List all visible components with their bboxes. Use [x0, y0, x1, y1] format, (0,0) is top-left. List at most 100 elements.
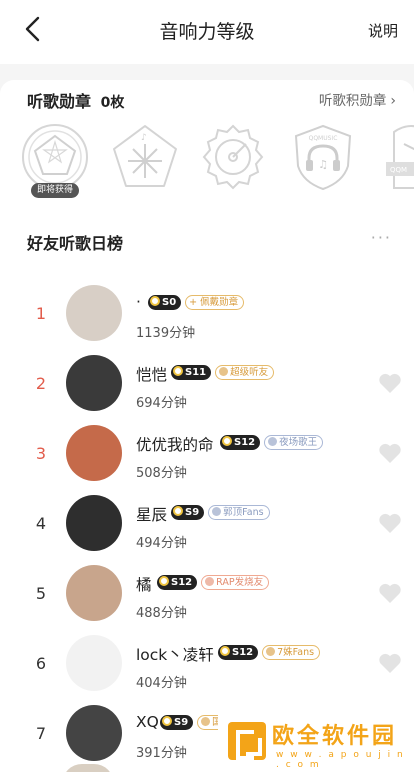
top-nav-bar: 音响力等级 说明 — [0, 0, 414, 64]
title-tag[interactable]: + 佩戴勋章 — [185, 295, 245, 310]
rank-number: 3 — [35, 444, 47, 463]
ranking-more-button[interactable]: ··· — [371, 228, 392, 247]
user-name: 优优我的命 — [136, 436, 214, 454]
level-label: S9 — [174, 717, 189, 728]
svg-text:QQM: QQM — [390, 166, 407, 174]
listen-minutes: 404分钟 — [136, 676, 187, 691]
tag-emblem-icon — [219, 367, 229, 376]
user-name: 星辰 — [136, 506, 168, 524]
tag-emblem-icon — [201, 717, 211, 726]
user-badges: S12 RAP发烧友 — [157, 575, 270, 591]
user-badges: S11 超级听友 — [171, 365, 275, 381]
level-coin-icon — [222, 436, 232, 446]
listen-minutes: 694分钟 — [136, 396, 187, 411]
user-name: · — [136, 293, 141, 311]
page-title: 音响力等级 — [159, 21, 255, 43]
like-heart-icon[interactable] — [378, 442, 402, 464]
user-avatar[interactable] — [66, 425, 122, 481]
earn-medals-label: 听歌积勋章 — [318, 93, 387, 109]
title-tag-label: 夜场歌王 — [279, 437, 318, 448]
level-label: S12 — [171, 577, 193, 588]
user-name: 恺恺 — [136, 366, 168, 384]
tag-emblem-icon — [268, 437, 278, 446]
explain-button[interactable]: 说明 — [368, 20, 398, 41]
level-badge: S12 — [157, 575, 198, 590]
user-badges: S12 7姝Fans — [218, 645, 321, 661]
listen-minutes: 488分钟 — [136, 606, 187, 621]
svg-text:♫: ♫ — [318, 158, 328, 171]
ranking-row[interactable]: 5 橘 S12 RAP发烧友 488分钟 — [0, 564, 414, 634]
user-name: 橘 — [136, 576, 152, 594]
like-heart-icon[interactable] — [378, 512, 402, 534]
title-tag-label: 郭顶Fans — [223, 507, 264, 518]
level-coin-icon — [220, 646, 230, 656]
title-tag-label: + 佩戴勋章 — [189, 297, 239, 308]
pentagon-star-medal-icon — [22, 124, 88, 190]
ranking-row[interactable]: 6 lock丶凌轩 S12 7姝Fans 404分钟 — [0, 634, 414, 704]
medal-strip[interactable]: 即将获得 ♪ QQMUSIC ♫ QQM — [20, 122, 414, 202]
title-tag-label: 超级听友 — [230, 367, 269, 378]
watermark-logo-icon — [228, 722, 266, 760]
rank-number: 6 — [35, 654, 47, 673]
title-tag-label: 7姝Fans — [277, 647, 315, 658]
gramophone-medal-icon: QQM — [386, 125, 414, 189]
level-label: S12 — [232, 647, 254, 658]
medal-gramophone[interactable]: QQM — [376, 122, 414, 198]
medal-section-title: 听歌勋章 0枚 — [27, 88, 124, 112]
music-compass-medal-icon: ♪ — [113, 125, 177, 187]
medal-vinyl-gear[interactable] — [198, 122, 268, 198]
ranking-row[interactable]: 2 恺恺 S11 超级听友 694分钟 — [0, 354, 414, 424]
level-label: S9 — [185, 507, 200, 518]
rank-number: 5 — [35, 584, 47, 603]
user-avatar[interactable] — [66, 285, 122, 341]
watermark-text: 欧全软件园 — [272, 724, 398, 749]
level-badge: S0 — [148, 295, 182, 310]
like-heart-icon[interactable] — [378, 372, 402, 394]
level-label: S11 — [185, 367, 207, 378]
level-coin-icon — [159, 576, 169, 586]
chevron-right-icon: › — [390, 93, 396, 109]
user-avatar[interactable] — [66, 355, 122, 411]
level-coin-icon — [173, 506, 183, 516]
site-watermark: 欧全软件园 w w w . a p o u j i n . c o m — [218, 714, 414, 772]
medal-headphone-shield[interactable]: QQMUSIC ♫ — [288, 122, 358, 198]
earn-medals-link[interactable]: 听歌积勋章 › — [319, 89, 396, 109]
vinyl-gear-medal-icon — [202, 124, 264, 190]
user-badges: S9 郭顶Fans — [171, 505, 270, 521]
ranking-title: 好友听歌日榜 — [27, 234, 124, 253]
like-heart-icon[interactable] — [378, 582, 402, 604]
user-name: lock丶凌轩 — [136, 646, 214, 664]
like-heart-icon[interactable] — [378, 652, 402, 674]
medal-music-compass[interactable]: ♪ — [110, 122, 180, 198]
watermark-url: w w w . a p o u j i n . c o m — [276, 750, 405, 770]
level-coin-icon — [150, 296, 160, 306]
listen-minutes: 391分钟 — [136, 746, 187, 761]
medal-count: 0枚 — [100, 95, 125, 111]
listen-minutes: 494分钟 — [136, 536, 187, 551]
user-avatar[interactable] — [66, 565, 122, 621]
medal-upcoming-tag: 即将获得 — [31, 183, 79, 198]
tag-emblem-icon — [212, 507, 222, 516]
rank-number: 2 — [35, 374, 47, 393]
medal-pentagon-star[interactable]: 即将获得 — [20, 122, 90, 198]
user-badges: S0 + 佩戴勋章 — [148, 295, 245, 311]
user-avatar[interactable] — [66, 705, 122, 761]
content-card: 听歌勋章 0枚 听歌积勋章 › 即将获得 ♪ QQMUSIC ♫ QQM 好友听… — [0, 80, 414, 772]
rank-number: 7 — [35, 724, 47, 743]
ranking-row[interactable]: 1 · S0 + 佩戴勋章 1139分钟 — [0, 284, 414, 354]
tag-emblem-icon — [266, 647, 276, 656]
svg-text:♪: ♪ — [141, 133, 147, 143]
tag-emblem-icon — [205, 577, 215, 586]
level-badge: S9 — [160, 715, 194, 730]
level-label: S0 — [162, 297, 177, 308]
level-badge: S12 — [218, 645, 259, 660]
user-avatar[interactable] — [66, 495, 122, 551]
level-coin-icon — [173, 366, 183, 376]
ranking-row[interactable]: 3 优优我的命 S12 夜场歌王 508分钟 — [0, 424, 414, 494]
listen-minutes: 508分钟 — [136, 466, 187, 481]
ranking-row[interactable]: 4 星辰 S9 郭顶Fans 494分钟 — [0, 494, 414, 564]
user-avatar[interactable] — [66, 635, 122, 691]
title-tag: 7姝Fans — [262, 645, 321, 660]
level-badge: S9 — [171, 505, 205, 520]
listen-minutes: 1139分钟 — [136, 326, 196, 341]
